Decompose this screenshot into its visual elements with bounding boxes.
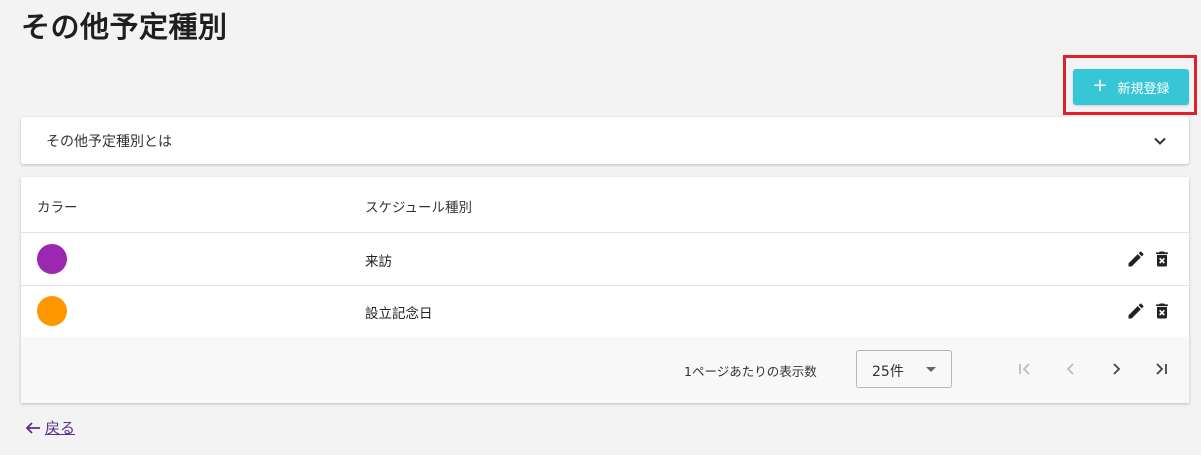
info-expansion-panel[interactable]: その他予定種別とは (21, 117, 1189, 164)
back-label: 戻る (45, 419, 76, 437)
prev-page-icon[interactable] (1061, 359, 1081, 379)
plus-icon: + (1092, 75, 1108, 96)
color-swatch (37, 296, 67, 326)
schedule-type-table: カラー スケジュール種別 来訪 設立記念日 1ページあたりの表示数 25件 (21, 177, 1189, 403)
per-page-select[interactable]: 25件 (856, 350, 952, 388)
arrow-left-icon (25, 421, 40, 434)
table-row: 来訪 (21, 233, 1189, 286)
caret-down-icon (926, 367, 936, 372)
next-page-icon[interactable] (1106, 359, 1126, 379)
table-header: カラー スケジュール種別 (21, 177, 1189, 233)
row-name: 来訪 (365, 254, 392, 270)
new-register-button[interactable]: + 新規登録 (1073, 69, 1189, 105)
color-swatch (37, 244, 67, 274)
per-page-label: 1ページあたりの表示数 (684, 364, 817, 379)
pagination-bar: 1ページあたりの表示数 25件 (21, 337, 1189, 403)
page-title: その他予定種別 (21, 10, 228, 44)
table-row: 設立記念日 (21, 285, 1189, 337)
back-link[interactable]: 戻る (24, 417, 75, 438)
info-panel-label: その他予定種別とは (46, 133, 172, 150)
edit-icon[interactable] (1126, 301, 1146, 321)
header-color: カラー (37, 200, 78, 216)
header-schedule-type: スケジュール種別 (365, 200, 473, 216)
delete-icon[interactable] (1152, 249, 1172, 269)
new-register-label: 新規登録 (1117, 81, 1170, 97)
row-name: 設立記念日 (365, 306, 433, 322)
per-page-value: 25件 (872, 364, 904, 380)
last-page-icon[interactable] (1151, 359, 1171, 379)
edit-icon[interactable] (1126, 249, 1146, 269)
first-page-icon[interactable] (1015, 359, 1035, 379)
chevron-down-icon[interactable] (1153, 134, 1167, 148)
delete-icon[interactable] (1152, 301, 1172, 321)
